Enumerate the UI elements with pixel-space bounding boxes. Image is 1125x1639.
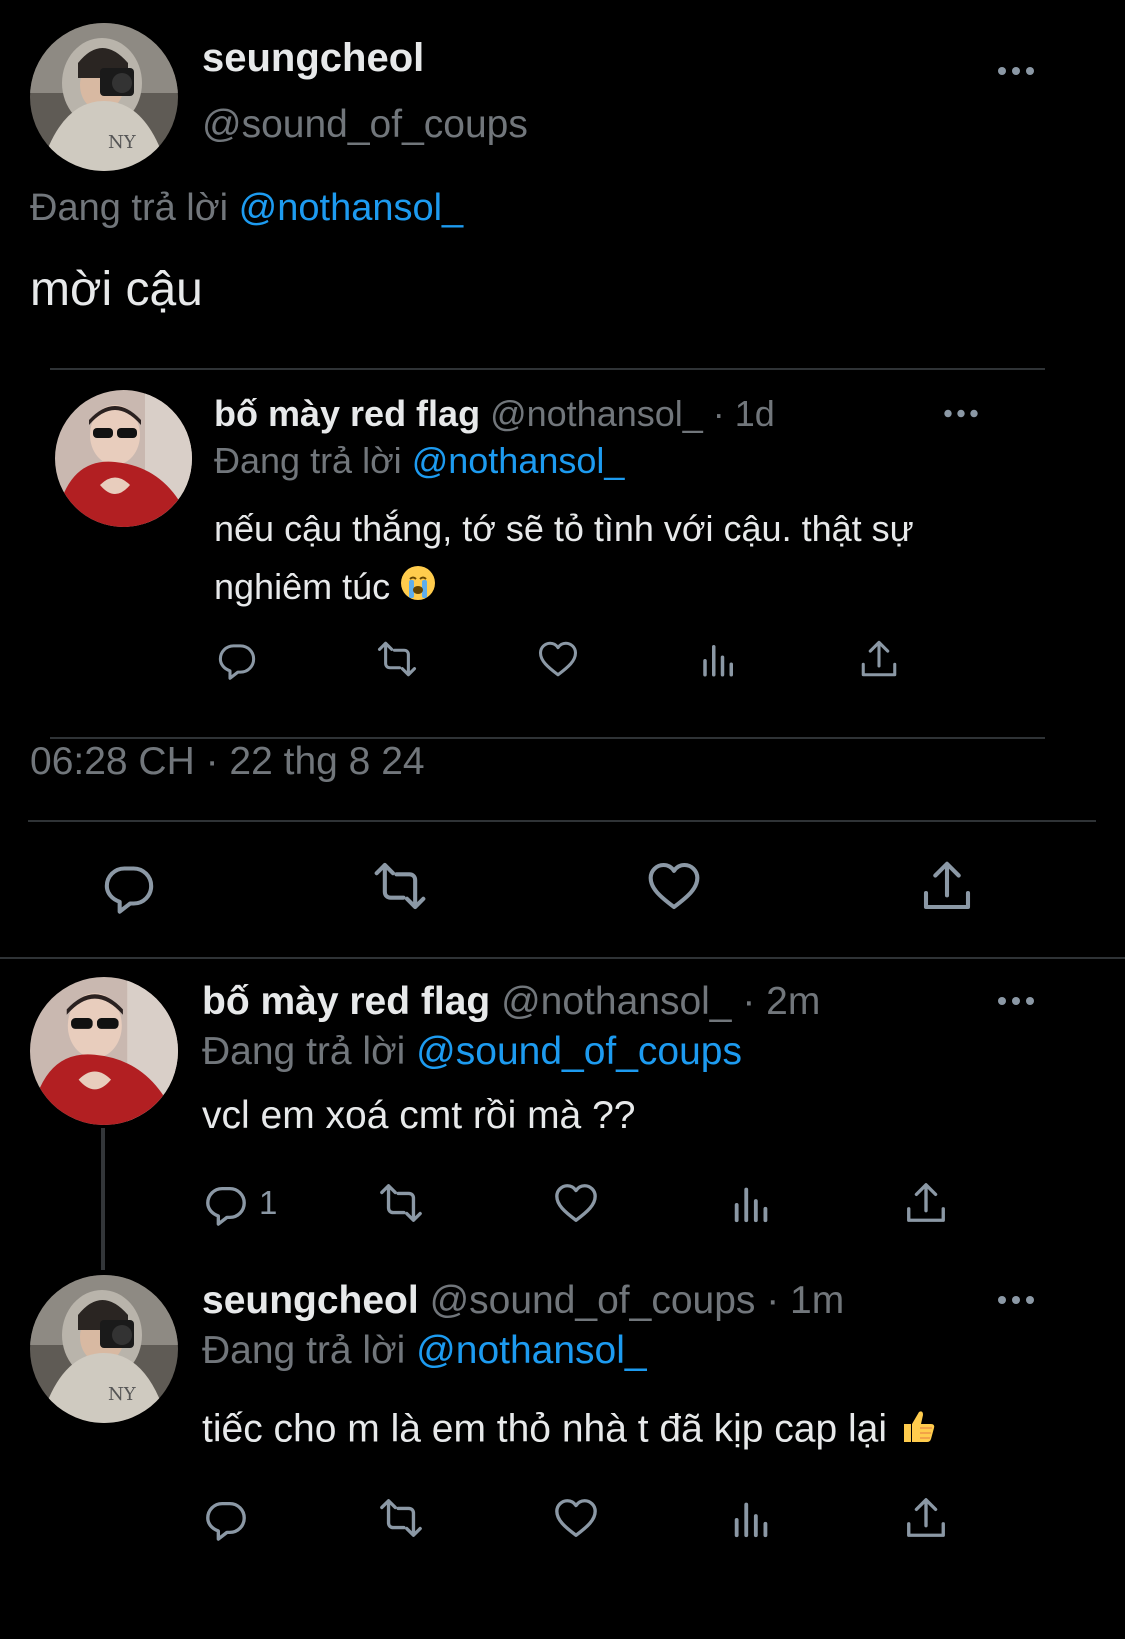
reply2-views-icon[interactable] (729, 1495, 775, 1541)
reply2-author-name[interactable]: seungcheol (202, 1279, 419, 1322)
reply1-author-name[interactable]: bố mày red flag (202, 980, 490, 1023)
divider (28, 820, 1096, 822)
reply1-reply-icon[interactable] (203, 1180, 249, 1226)
quoted-text-line2: nghiêm túc (214, 566, 391, 607)
reply2-header: seungcheol @sound_of_coups · 1m (202, 1279, 844, 1323)
quoted-text-line1: nếu cậu thắng, tớ sẽ tỏ tình với cậu. th… (214, 508, 914, 549)
reply1-author-handle[interactable]: @nothansol_ (501, 980, 731, 1023)
svg-text:NY: NY (108, 1384, 137, 1405)
reply1-reply-count: 1 (259, 1184, 278, 1221)
reply2-reply-context: Đang trả lời @nothansol_ (202, 1329, 647, 1373)
svg-text:NY: NY (108, 132, 137, 153)
heart-icon[interactable] (646, 858, 702, 914)
thumbs-up-emoji (898, 1406, 938, 1456)
quoted-text-line2-wrap: nghiêm túc (214, 558, 914, 618)
quoted-reply-prefix: Đang trả lời (214, 440, 402, 481)
quoted-time: · 1d (712, 393, 775, 434)
reply1-views-icon[interactable] (729, 1180, 775, 1226)
author-handle[interactable]: @sound_of_coups (202, 103, 528, 147)
reply-prefix: Đang trả lời (30, 187, 229, 229)
reply1-header: bố mày red flag @nothansol_ · 2m (202, 980, 820, 1024)
tweet-timestamp[interactable]: 06:28 CH · 22 thg 8 24 (30, 740, 425, 784)
reply-context: Đang trả lời @nothansol_ (30, 187, 463, 230)
quoted-author-name[interactable]: bố mày red flag (214, 393, 480, 434)
reply1-reply-context: Đang trả lời @sound_of_coups (202, 1030, 742, 1074)
quoted-more-icon[interactable] (943, 407, 979, 420)
quoted-reply-icon[interactable] (216, 638, 258, 680)
quoted-reply-context: Đang trả lời @nothansol_ (214, 440, 624, 482)
quoted-heart-icon[interactable] (537, 638, 579, 680)
reply2-reply-to-mention[interactable]: @nothansol_ (416, 1329, 646, 1372)
avatar-seungcheol[interactable]: NY (30, 23, 178, 171)
reply1-heart-icon[interactable] (553, 1180, 599, 1226)
reply2-reply-prefix: Đang trả lời (202, 1329, 406, 1372)
quoted-author-handle[interactable]: @nothansol_ (490, 393, 703, 434)
avatar-nothansol[interactable] (55, 390, 192, 527)
quoted-text: nếu cậu thắng, tớ sẽ tỏ tình với cậu. th… (214, 500, 914, 618)
tweet-text: mời cậu (30, 263, 203, 316)
quoted-reply-to-mention[interactable]: @nothansol_ (412, 440, 625, 481)
reply1-time: · 2m (742, 980, 821, 1023)
reply-to-mention[interactable]: @nothansol_ (239, 187, 464, 229)
reply2-text: tiếc cho m là em thỏ nhà t đã kịp cap lạ… (202, 1407, 888, 1451)
reply1-text: vcl em xoá cmt rồi mà ?? (202, 1094, 636, 1137)
quoted-share-icon[interactable] (858, 638, 900, 680)
reply2-heart-icon[interactable] (553, 1495, 599, 1541)
more-icon[interactable] (997, 64, 1035, 78)
reply1-more-icon[interactable] (997, 994, 1035, 1008)
retweet-icon[interactable] (372, 858, 428, 914)
reply-icon[interactable] (101, 858, 157, 914)
reply2-reply-icon[interactable] (203, 1495, 249, 1541)
reply2-author-handle[interactable]: @sound_of_coups (430, 1279, 756, 1322)
reply2-text-wrap: tiếc cho m là em thỏ nhà t đã kịp cap lạ… (202, 1406, 938, 1456)
author-name[interactable]: seungcheol (202, 36, 424, 81)
reply1-reply-to-mention[interactable]: @sound_of_coups (416, 1030, 742, 1073)
crying-face-emoji (400, 560, 436, 618)
reply2-time: · 1m (766, 1279, 845, 1322)
quoted-header: bố mày red flag @nothansol_ · 1d (214, 393, 775, 435)
reply1-share-icon[interactable] (903, 1180, 949, 1226)
avatar-seungcheol[interactable]: NY (30, 1275, 178, 1423)
reply1-retweet-icon[interactable] (378, 1180, 424, 1226)
divider (0, 957, 1125, 959)
reply1-reply-prefix: Đang trả lời (202, 1030, 406, 1073)
reply2-share-icon[interactable] (903, 1495, 949, 1541)
quoted-views-icon[interactable] (698, 638, 740, 680)
thread-line (101, 1128, 105, 1270)
quoted-retweet-icon[interactable] (376, 638, 418, 680)
reply2-more-icon[interactable] (997, 1293, 1035, 1307)
avatar-nothansol[interactable] (30, 977, 178, 1125)
reply2-retweet-icon[interactable] (378, 1495, 424, 1541)
share-icon[interactable] (919, 858, 975, 914)
